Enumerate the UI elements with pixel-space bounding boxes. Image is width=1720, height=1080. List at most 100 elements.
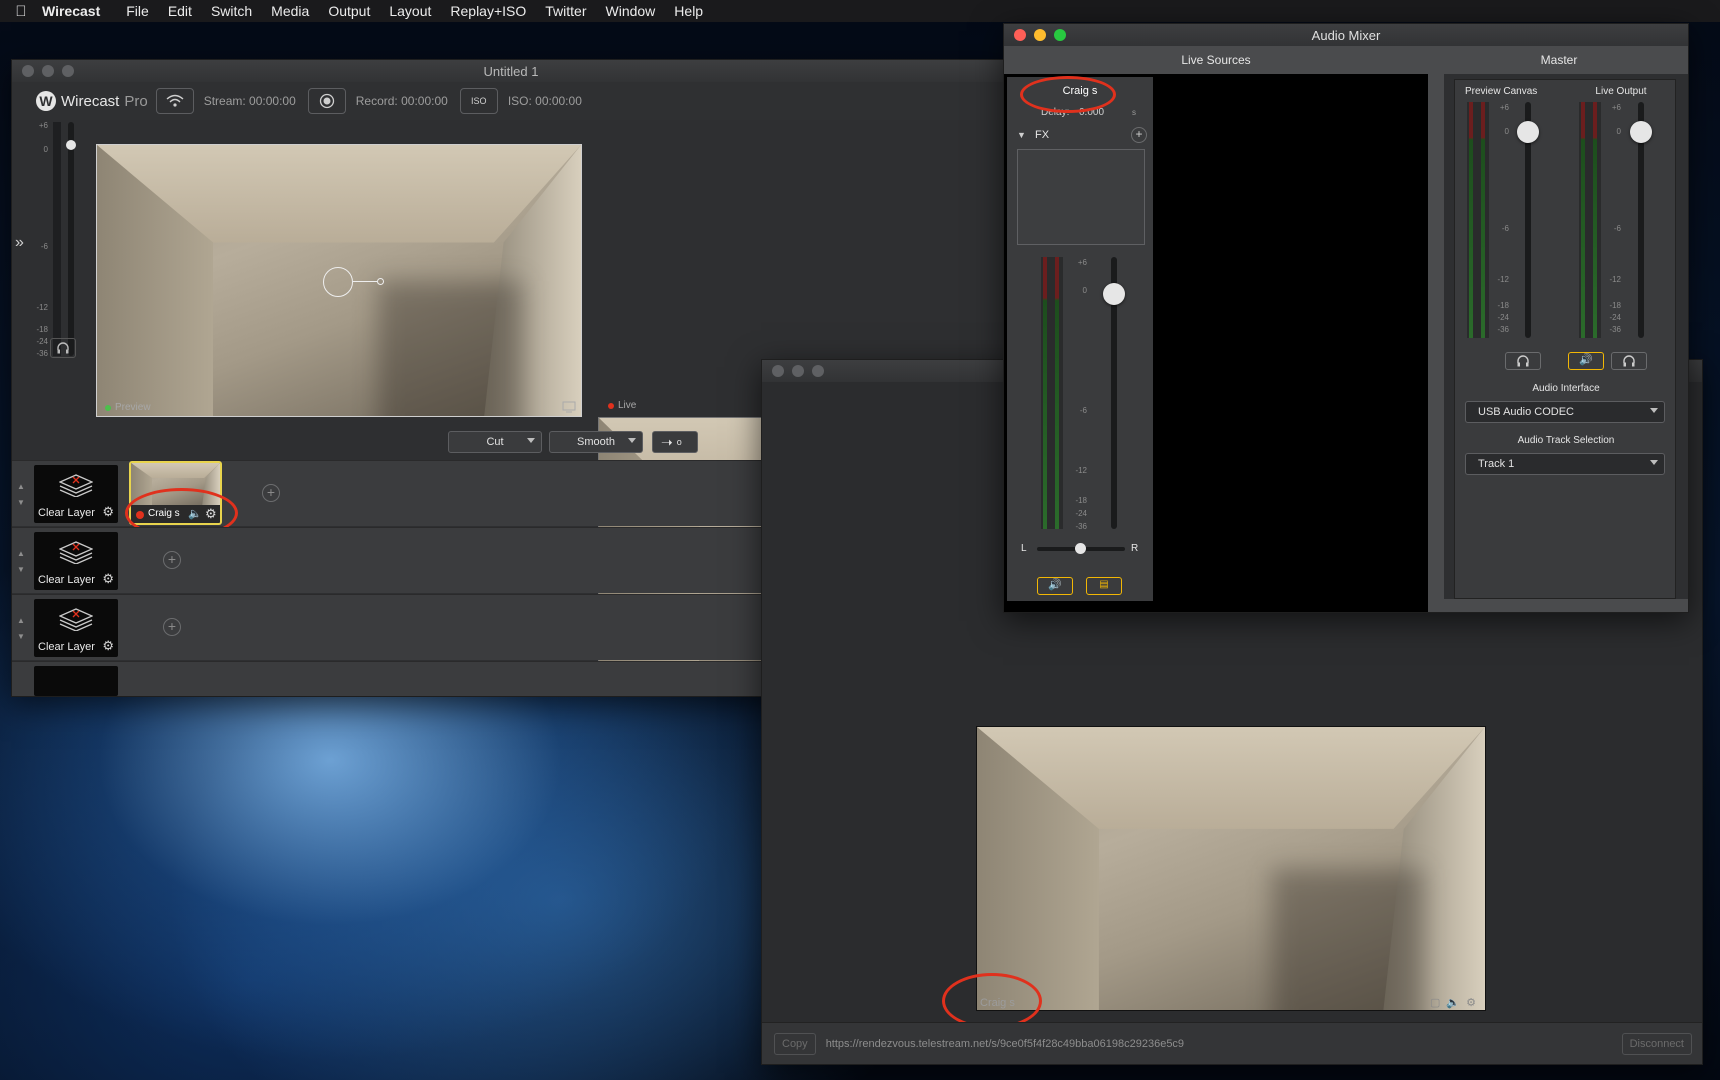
preview-volume-knob[interactable] xyxy=(1517,121,1539,143)
clear-layer-shot[interactable] xyxy=(34,666,118,696)
add-shot-button[interactable]: + xyxy=(262,484,280,502)
tab-live-sources[interactable]: Live Sources xyxy=(1004,46,1428,74)
clear-layer-shot[interactable]: Clear Layer ⚙ xyxy=(34,532,118,590)
live-label: Live xyxy=(608,400,636,411)
master-panel: Preview Canvas Live Output +6 0 -6 -12 -… xyxy=(1454,79,1676,599)
menu-window[interactable]: Window xyxy=(606,3,656,19)
layer-reorder-arrows[interactable]: ▲ ▼ xyxy=(17,546,25,578)
clear-layer-label: Clear Layer xyxy=(38,641,95,653)
channel-volume-knob[interactable] xyxy=(1103,283,1125,305)
audio-track-label: Audio Track Selection xyxy=(1517,435,1615,446)
iso-icon: ISO xyxy=(471,95,487,106)
live-speaker-button[interactable]: 🔊 xyxy=(1568,352,1604,370)
live-scale-minus36: -36 xyxy=(1609,325,1621,334)
audio-interface-select[interactable]: USB Audio CODEC xyxy=(1465,401,1665,423)
meter-scale-minus18: -18 xyxy=(36,325,48,334)
menu-switch[interactable]: Switch xyxy=(211,3,252,19)
camera-icon[interactable]: ▢ xyxy=(1430,996,1440,1009)
meter-scale-minus6: -6 xyxy=(40,242,48,251)
monitor-icon[interactable] xyxy=(562,400,576,418)
close-button[interactable] xyxy=(22,65,34,77)
logo-suffix: Pro xyxy=(124,92,148,110)
speaker-icon[interactable]: 🔈 xyxy=(1446,996,1460,1009)
headphones-button[interactable] xyxy=(50,338,76,358)
minimize-button[interactable] xyxy=(1034,29,1046,41)
go-button[interactable]: ➝ o xyxy=(652,431,698,453)
pan-left-label: L xyxy=(1021,543,1027,554)
copy-button[interactable]: Copy xyxy=(774,1032,816,1055)
layer-reorder-arrows[interactable]: ▲ ▼ xyxy=(17,479,25,511)
preview-dot-icon xyxy=(105,404,111,411)
menu-layout[interactable]: Layout xyxy=(389,3,431,19)
rotation-handle[interactable] xyxy=(377,278,384,285)
gear-icon[interactable]: ⚙ xyxy=(102,638,114,654)
close-button[interactable] xyxy=(1014,29,1026,41)
channel-strip: Craig s Delay: 0.000 s ▼ FX + +6 0 -6 -1… xyxy=(1007,77,1153,601)
preview-headphones-button[interactable] xyxy=(1505,352,1541,370)
zoom-button[interactable] xyxy=(812,365,824,377)
clear-layer-label: Clear Layer xyxy=(38,574,95,586)
live-volume-knob[interactable] xyxy=(1630,121,1652,143)
apple-icon[interactable]:  xyxy=(0,3,42,20)
layers-icon xyxy=(59,541,93,564)
audio-track-select[interactable]: Track 1 xyxy=(1465,453,1665,475)
menu-media[interactable]: Media xyxy=(271,3,309,19)
gear-icon[interactable]: ⚙ xyxy=(102,571,114,587)
add-shot-button[interactable]: + xyxy=(163,618,181,636)
crosshair-icon[interactable] xyxy=(323,267,353,297)
audio-mixer-window: Audio Mixer Live Sources Master Craig s … xyxy=(1003,23,1689,613)
meter-scale-plus6: +6 xyxy=(38,121,48,130)
minimize-button[interactable] xyxy=(42,65,54,77)
disconnect-button[interactable]: Disconnect xyxy=(1621,1032,1692,1055)
live-scale-minus24: -24 xyxy=(1609,313,1621,322)
clear-layer-shot[interactable]: Clear Layer ⚙ xyxy=(34,465,118,523)
transition-cut-dropdown[interactable]: Cut xyxy=(448,431,542,453)
record-icon xyxy=(319,93,334,109)
menu-output[interactable]: Output xyxy=(328,3,370,19)
gear-icon[interactable]: ⚙ xyxy=(1466,996,1476,1009)
layer-reorder-arrows[interactable]: ▲ ▼ xyxy=(17,613,25,645)
mixer-title: Audio Mixer xyxy=(1311,27,1381,43)
wifi-icon xyxy=(166,94,184,107)
stream-button[interactable] xyxy=(155,88,194,114)
menu-replay-iso[interactable]: Replay+ISO xyxy=(450,3,526,19)
mixer-tabs: Live Sources Master xyxy=(1004,46,1688,74)
live-vu-meter xyxy=(1579,102,1601,338)
main-volume-track[interactable] xyxy=(68,122,74,356)
clear-layer-shot[interactable]: Clear Layer ⚙ xyxy=(34,599,118,657)
close-button[interactable] xyxy=(772,365,784,377)
record-button[interactable] xyxy=(307,88,346,114)
minimize-button[interactable] xyxy=(792,365,804,377)
window-title: Untitled 1 xyxy=(483,63,539,79)
channel-speaker-button[interactable]: 🔊 xyxy=(1037,577,1073,595)
menu-help[interactable]: Help xyxy=(674,3,703,19)
live-dot-icon xyxy=(608,402,614,409)
gear-icon[interactable]: ⚙ xyxy=(102,504,114,520)
delay-unit: s xyxy=(1132,108,1136,117)
iso-button[interactable]: ISO xyxy=(459,88,498,114)
add-shot-button[interactable]: + xyxy=(163,551,181,569)
live-headphones-button[interactable] xyxy=(1611,352,1647,370)
main-volume-knob[interactable] xyxy=(66,140,76,150)
wirecast-logo-icon: W xyxy=(36,91,56,111)
live-scale-minus18: -18 xyxy=(1609,301,1621,310)
pan-slider-knob[interactable] xyxy=(1075,543,1086,554)
transition-smooth-dropdown[interactable]: Smooth xyxy=(549,431,643,453)
expand-chevron-icon[interactable]: » xyxy=(15,234,24,252)
channel-track-button[interactable]: ▤ xyxy=(1086,577,1122,595)
headphones-icon xyxy=(1517,355,1529,367)
preview-canvas[interactable] xyxy=(96,144,582,417)
tab-master[interactable]: Master xyxy=(1428,46,1688,74)
add-fx-button[interactable]: + xyxy=(1131,127,1147,143)
zoom-button[interactable] xyxy=(1054,29,1066,41)
live-scale-plus6: +6 xyxy=(1611,103,1621,112)
zoom-button[interactable] xyxy=(62,65,74,77)
fx-disclosure-icon[interactable]: ▼ xyxy=(1017,130,1026,140)
fx-list[interactable] xyxy=(1017,149,1145,245)
menu-twitter[interactable]: Twitter xyxy=(545,3,586,19)
fx-label: FX xyxy=(1035,129,1050,141)
session-url[interactable]: https://rendezvous.telestream.net/s/9ce0… xyxy=(826,1038,1184,1050)
menu-app-name[interactable]: Wirecast xyxy=(42,3,100,19)
menu-edit[interactable]: Edit xyxy=(168,3,192,19)
menu-file[interactable]: File xyxy=(126,3,149,19)
